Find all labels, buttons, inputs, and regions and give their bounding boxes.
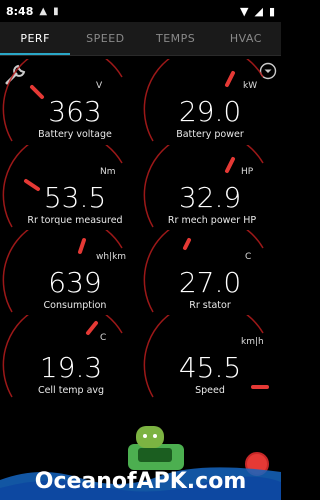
wifi-icon: ▼ <box>240 4 249 18</box>
status-bar: 8:48 ▲ ▮ ▼ ◢ ▮ <box>0 0 281 22</box>
tab-temps[interactable]: TEMPS <box>141 22 211 55</box>
value: 27.0 <box>178 266 242 299</box>
unit: wh|km <box>96 252 127 262</box>
value: 53.5 <box>43 181 107 214</box>
tab-bar: PERF SPEED TEMPS HVAC <box>0 22 281 56</box>
gauge-rr-mech-power: HP 32.9 Rr mech power HP <box>141 145 281 229</box>
value: 32.9 <box>178 181 242 214</box>
status-icons: ▼ ◢ ▮ <box>240 5 275 18</box>
gauge-speed: km|h 45.5 Speed <box>141 315 281 399</box>
unit: km|h <box>241 337 264 347</box>
value: 45.5 <box>178 351 242 384</box>
watermark-text: OceanofAPK.com <box>34 469 247 494</box>
unit: C <box>100 333 107 343</box>
label: Rr mech power HP <box>167 215 257 226</box>
unit: Nm <box>100 167 116 177</box>
label: Battery voltage <box>38 129 112 140</box>
gauge-battery-voltage: V 363 Battery voltage <box>0 59 140 143</box>
gauge-rr-stator: C 27.0 Rr stator <box>141 230 281 314</box>
value: 639 <box>48 266 102 299</box>
value: 19.3 <box>39 351 103 384</box>
label: Cell temp avg <box>37 385 105 396</box>
sd-card-icon: ▮ <box>53 5 59 17</box>
unit: V <box>96 81 103 91</box>
tab-hvac[interactable]: HVAC <box>211 22 281 55</box>
label: Speed <box>195 385 225 396</box>
value: 363 <box>48 95 102 128</box>
notification-icon: ▲ <box>39 5 48 17</box>
label: Rr torque measured <box>27 215 123 226</box>
gauge-cell-temp-avg: C 19.3 Cell temp avg <box>0 315 140 399</box>
watermark: OceanofAPK.com <box>0 410 281 500</box>
gauge-consumption: wh|km 639 Consumption <box>0 230 140 314</box>
value: 29.0 <box>178 95 242 128</box>
gauge-battery-power: kW 29.0 Battery power <box>141 59 281 143</box>
status-time: 8:48 <box>6 4 34 18</box>
label: Rr stator <box>189 300 231 311</box>
label: Consumption <box>43 300 107 311</box>
signal-icon: ◢ <box>254 4 263 18</box>
battery-icon: ▮ <box>268 4 275 18</box>
tab-perf[interactable]: PERF <box>0 22 71 55</box>
label: Battery power <box>176 129 244 140</box>
tab-speed[interactable]: SPEED <box>70 22 140 55</box>
unit: HP <box>241 167 254 177</box>
unit: kW <box>243 81 258 91</box>
gauge-rr-torque: Nm 53.5 Rr torque measured <box>0 145 140 229</box>
unit: C <box>245 252 252 262</box>
